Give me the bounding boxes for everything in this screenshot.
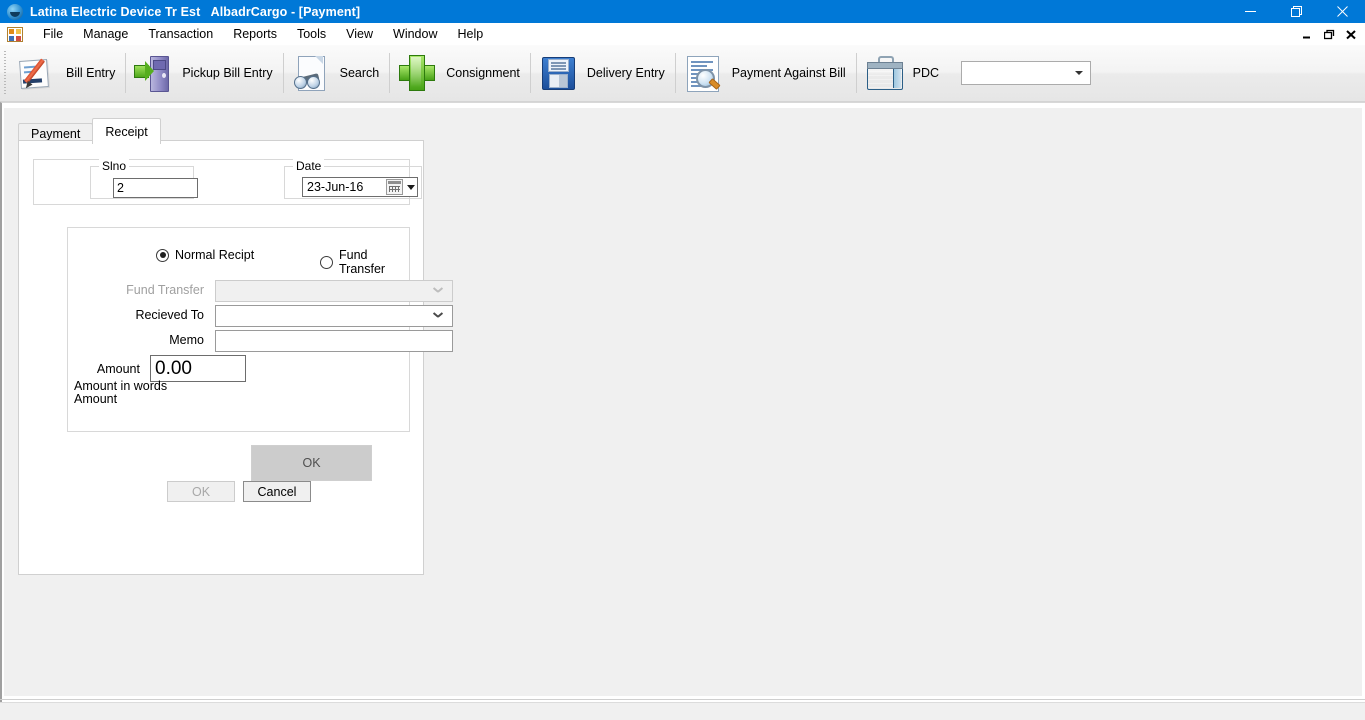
menu-item-view[interactable]: View bbox=[336, 24, 383, 44]
chevron-down-icon bbox=[1075, 71, 1084, 75]
toolbar-button-payment-against-bill[interactable]: Payment Against Bill bbox=[678, 49, 854, 97]
mdi-close-button[interactable] bbox=[1341, 25, 1361, 43]
fund-transfer-combo bbox=[215, 280, 453, 302]
minimize-button[interactable] bbox=[1227, 0, 1273, 23]
app-globe-icon bbox=[7, 3, 23, 20]
memo-row: Memo bbox=[68, 330, 453, 352]
date-legend: Date bbox=[293, 159, 325, 173]
pdc-combo-box[interactable] bbox=[961, 61, 1092, 85]
receipt-details-panel: Normal Recipt Fund Transfer Fund Transfe… bbox=[67, 227, 453, 432]
main-toolbar: Bill Entry Pickup Bill Entry Search Cons… bbox=[0, 45, 1365, 102]
memo-label: Memo bbox=[169, 333, 204, 347]
toolbar-separator bbox=[389, 53, 391, 93]
chevron-down-icon[interactable] bbox=[404, 178, 417, 196]
toolbar-button-pickup-bill-entry[interactable]: Pickup Bill Entry bbox=[128, 49, 280, 97]
recieved-to-row: Recieved To bbox=[68, 305, 453, 327]
cancel-button[interactable]: Cancel bbox=[243, 481, 311, 502]
menu-item-file[interactable]: File bbox=[33, 24, 73, 44]
toolbar-label-pdc: PDC bbox=[912, 66, 940, 80]
toolbar-button-delivery-entry[interactable]: Delivery Entry bbox=[533, 49, 673, 97]
recieved-to-combo[interactable] bbox=[215, 305, 453, 327]
menu-item-reports[interactable]: Reports bbox=[223, 24, 287, 44]
receipt-header-group: Slno Date 23-Jun-16 bbox=[33, 159, 422, 205]
radio-label-fund-transfer: Fund Transfer bbox=[339, 248, 386, 276]
amount-label: Amount bbox=[96, 362, 140, 376]
radio-fund-transfer[interactable]: Fund Transfer bbox=[320, 248, 409, 276]
toolbar-label-payment-against-bill: Payment Against Bill bbox=[731, 66, 846, 80]
toolbar-label-bill-entry: Bill Entry bbox=[66, 66, 116, 80]
delivery-entry-icon bbox=[537, 52, 579, 94]
toolbar-label-consignment: Consignment bbox=[446, 66, 520, 80]
maximize-button[interactable] bbox=[1273, 0, 1319, 23]
toolbar-separator bbox=[282, 53, 284, 93]
tab-receipt[interactable]: Receipt bbox=[92, 118, 161, 144]
pdc-briefcase-icon bbox=[863, 52, 905, 94]
mdi-client-area: Payment Receipt Slno Date 23-Jun-16 bbox=[0, 102, 1365, 702]
menu-item-transaction[interactable]: Transaction bbox=[138, 24, 223, 44]
toolbar-grip[interactable] bbox=[3, 51, 9, 95]
toolbar-separator bbox=[125, 53, 127, 93]
calendar-icon[interactable] bbox=[386, 179, 403, 195]
toolbar-separator bbox=[674, 53, 676, 93]
fund-transfer-row: Fund Transfer bbox=[68, 280, 453, 302]
memo-input[interactable] bbox=[215, 330, 453, 352]
mdi-restore-button[interactable] bbox=[1319, 25, 1339, 43]
radio-label-normal-recipt: Normal Recipt bbox=[175, 248, 255, 262]
status-bar bbox=[0, 702, 1365, 720]
amount-in-words-row: Amount in words Amount bbox=[68, 380, 409, 406]
search-icon bbox=[290, 52, 332, 94]
menu-item-help[interactable]: Help bbox=[448, 24, 494, 44]
inner-ok-button[interactable]: OK bbox=[251, 445, 372, 481]
amount-row: Amount bbox=[68, 355, 409, 382]
payment-against-bill-icon bbox=[682, 52, 724, 94]
window-title: Latina Electric Device Tr Est AlbadrCarg… bbox=[30, 4, 361, 19]
amount-in-words-value: Amount bbox=[74, 392, 118, 406]
window-controls bbox=[1227, 0, 1365, 23]
pickup-bill-entry-icon bbox=[132, 52, 174, 94]
menu-item-manage[interactable]: Manage bbox=[73, 24, 138, 44]
recieved-to-label: Recieved To bbox=[135, 308, 204, 322]
toolbar-button-search[interactable]: Search bbox=[286, 49, 388, 97]
toolbar-label-pickup-bill-entry: Pickup Bill Entry bbox=[182, 66, 273, 80]
mdi-child-window-controls bbox=[1297, 25, 1361, 43]
toolbar-label-search: Search bbox=[339, 66, 380, 80]
mdi-system-icon[interactable] bbox=[7, 26, 23, 42]
date-group: Date 23-Jun-16 bbox=[284, 159, 422, 199]
slno-input[interactable] bbox=[113, 178, 198, 198]
tab-page-receipt: Slno Date 23-Jun-16 No bbox=[18, 140, 453, 575]
window-title-bar: Latina Electric Device Tr Est AlbadrCarg… bbox=[0, 0, 1365, 23]
fund-transfer-label: Fund Transfer bbox=[126, 283, 204, 297]
radio-dot-icon bbox=[156, 248, 169, 262]
radio-normal-recipt[interactable]: Normal Recipt bbox=[156, 248, 254, 262]
toolbar-separator bbox=[855, 53, 857, 93]
toolbar-separator bbox=[529, 53, 531, 93]
toolbar-label-delivery-entry: Delivery Entry bbox=[586, 66, 665, 80]
toolbar-button-consignment[interactable]: Consignment bbox=[392, 49, 528, 97]
bill-entry-icon bbox=[16, 52, 58, 94]
client-bottom-divider bbox=[0, 699, 1365, 700]
menu-item-window[interactable]: Window bbox=[383, 24, 447, 44]
toolbar-button-bill-entry[interactable]: Bill Entry bbox=[12, 49, 123, 97]
amount-input[interactable] bbox=[150, 355, 246, 382]
payment-child-form: Payment Receipt Slno Date 23-Jun-16 bbox=[4, 108, 1362, 696]
close-button[interactable] bbox=[1319, 0, 1365, 23]
menu-item-tools[interactable]: Tools bbox=[287, 24, 336, 44]
consignment-icon bbox=[396, 52, 438, 94]
toolbar-button-pdc[interactable]: PDC bbox=[859, 49, 947, 97]
date-value: 23-Jun-16 bbox=[307, 180, 364, 194]
chevron-down-icon bbox=[431, 283, 447, 299]
slno-legend: Slno bbox=[99, 159, 130, 173]
slno-group: Slno bbox=[90, 159, 198, 199]
mdi-minimize-button[interactable] bbox=[1297, 25, 1317, 43]
menu-bar: File Manage Transaction Reports Tools Vi… bbox=[0, 23, 1365, 46]
radio-dot-icon bbox=[320, 255, 333, 269]
date-picker[interactable]: 23-Jun-16 bbox=[302, 177, 418, 197]
amount-in-words-block: Amount in words Amount bbox=[74, 380, 167, 406]
ok-button[interactable]: OK bbox=[167, 481, 235, 502]
chevron-down-icon bbox=[431, 308, 447, 324]
